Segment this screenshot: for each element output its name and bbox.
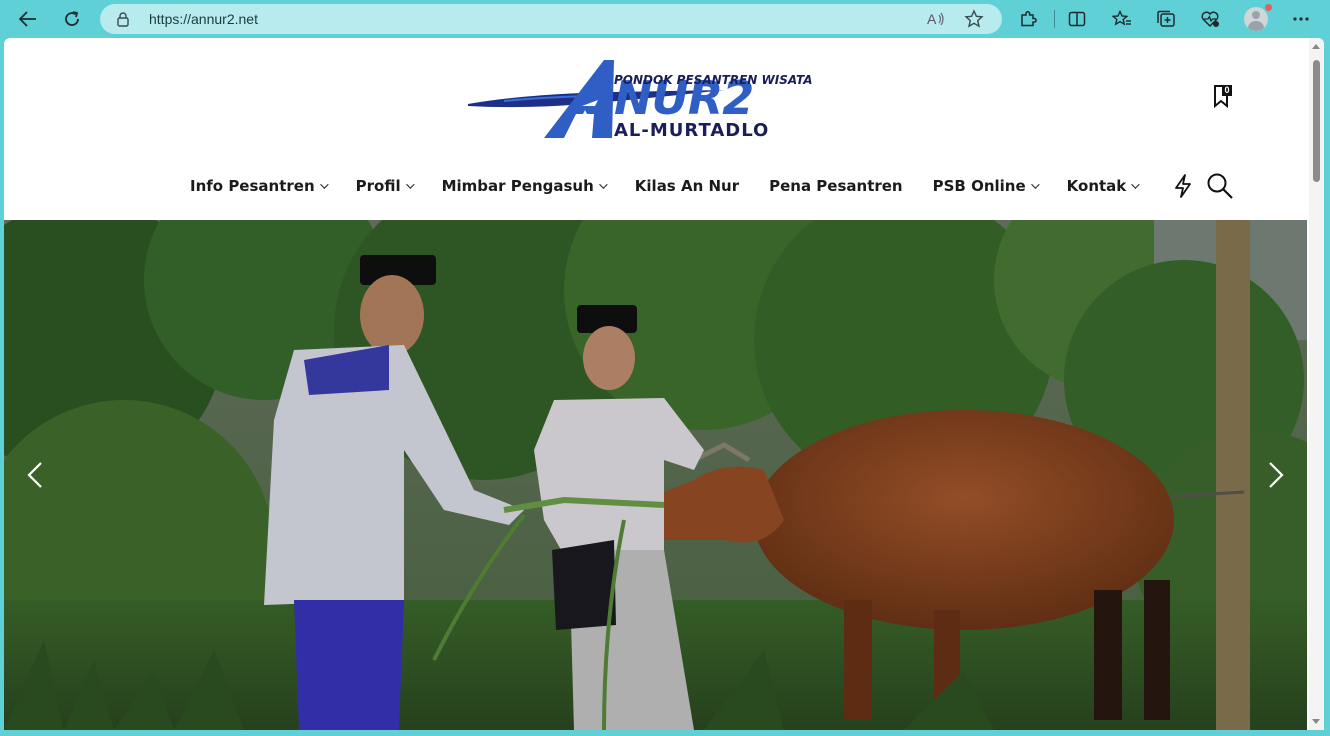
notification-dot (1265, 4, 1272, 11)
nav-info-pesantren[interactable]: Info Pesantren (190, 177, 329, 195)
split-screen-icon (1068, 11, 1086, 27)
favorites-button[interactable] (1107, 5, 1137, 33)
search-icon[interactable] (1206, 172, 1234, 200)
logo-top-text: PONDOK PESANTREN WISATA (614, 73, 813, 87)
nav-label: Mimbar Pengasuh (441, 177, 594, 195)
nav-label: Info Pesantren (190, 177, 315, 195)
nav-label: Pena Pesantren (769, 177, 903, 195)
extensions-button[interactable] (1013, 5, 1043, 33)
back-button[interactable] (13, 5, 43, 33)
hero-slider[interactable] (4, 220, 1307, 730)
favorites-icon (1112, 10, 1131, 26)
chevron-down-icon (1131, 180, 1140, 189)
star-icon[interactable] (964, 9, 984, 29)
more-button[interactable] (1286, 5, 1316, 33)
nav-label: Profil (355, 177, 401, 195)
nav-label: Kontak (1066, 177, 1127, 195)
nav-kilas-an-nur[interactable]: Kilas An Nur (635, 177, 739, 195)
main-navigation: Info Pesantren Profil Mimbar Pengasuh Ki… (190, 176, 1140, 196)
toolbar-divider (1054, 10, 1055, 28)
saved-count-badge: 0 (1222, 85, 1232, 96)
browser-toolbar: https://annur2.net A (0, 0, 1330, 38)
collections-button[interactable] (1151, 5, 1181, 33)
nav-kontak[interactable]: Kontak (1066, 177, 1140, 195)
scroll-down-icon[interactable] (1312, 719, 1320, 724)
more-icon (1293, 17, 1309, 21)
scroll-up-icon[interactable] (1312, 44, 1320, 49)
profile-button[interactable] (1241, 4, 1272, 33)
lock-icon (117, 12, 129, 27)
page-viewport: NUR2 PONDOK PESANTREN WISATA AL-MURTADLO… (4, 38, 1324, 730)
nav-psb-online[interactable]: PSB Online (932, 177, 1040, 195)
nav-profil[interactable]: Profil (355, 177, 415, 195)
nav-label: Kilas An Nur (634, 177, 740, 195)
scroll-thumb[interactable] (1313, 60, 1320, 182)
nav-label: PSB Online (932, 177, 1026, 195)
chevron-down-icon (405, 180, 415, 189)
back-arrow-icon (19, 11, 36, 27)
nav-mimbar-pengasuh[interactable]: Mimbar Pengasuh (441, 177, 608, 195)
heart-pulse-icon (1201, 11, 1219, 28)
read-aloud-icon[interactable]: A (926, 10, 946, 28)
split-screen-button[interactable] (1062, 5, 1092, 33)
svg-text:A: A (927, 11, 937, 27)
puzzle-icon (1021, 10, 1037, 27)
site-logo[interactable]: NUR2 PONDOK PESANTREN WISATA AL-MURTADLO (464, 54, 844, 144)
chevron-right-icon[interactable] (1265, 460, 1287, 490)
hero-image (4, 220, 1307, 730)
logo-graphic: NUR2 PONDOK PESANTREN WISATA AL-MURTADLO (468, 60, 813, 141)
chevron-down-icon (319, 180, 329, 189)
saved-articles-button[interactable]: 0 (1212, 84, 1236, 110)
page-scrollbar[interactable] (1309, 38, 1324, 730)
collections-icon (1157, 10, 1175, 27)
nav-pena-pesantren[interactable]: Pena Pesantren (769, 177, 903, 195)
lightning-icon[interactable] (1172, 173, 1194, 199)
nav-actions (1172, 172, 1234, 200)
url-text[interactable]: https://annur2.net (149, 11, 258, 27)
logo-sub-text: AL-MURTADLO (614, 120, 769, 141)
address-bar[interactable]: https://annur2.net A (100, 4, 1002, 34)
chevron-down-icon (598, 180, 608, 189)
chevron-down-icon (1030, 180, 1040, 189)
chevron-left-icon[interactable] (24, 460, 46, 490)
refresh-icon (65, 11, 79, 26)
performance-button[interactable] (1195, 5, 1225, 33)
avatar (1244, 7, 1268, 31)
refresh-button[interactable] (57, 5, 87, 33)
